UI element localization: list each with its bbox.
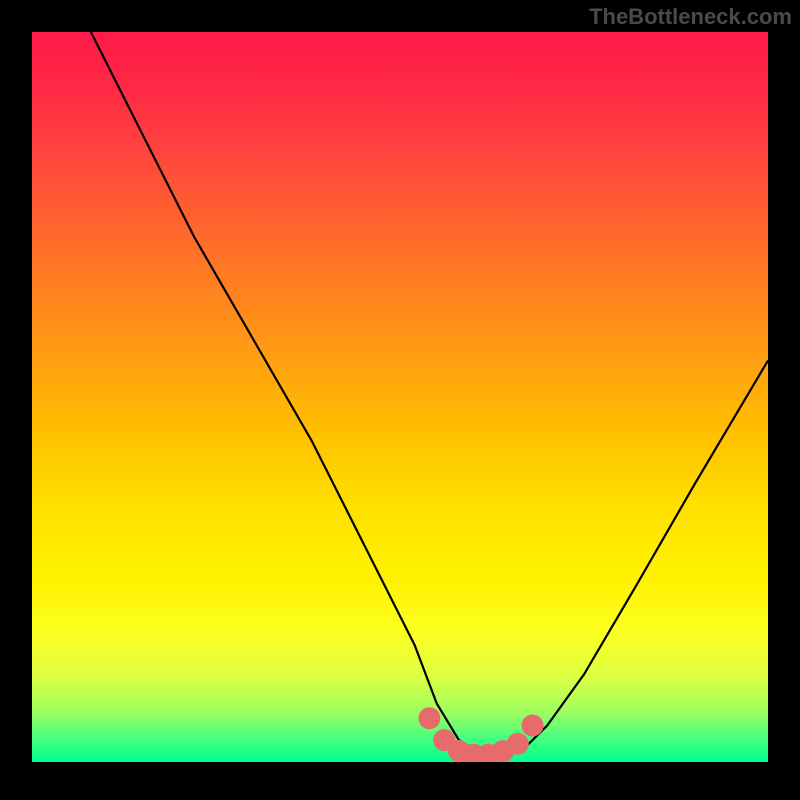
highlight-dots-group [418, 707, 543, 762]
bottleneck-curve-line [91, 32, 768, 755]
chart-plot-area [32, 32, 768, 762]
highlight-dot [507, 733, 529, 755]
highlight-dot [418, 707, 440, 729]
chart-svg [32, 32, 768, 762]
watermark-text: TheBottleneck.com [589, 4, 792, 30]
highlight-dot [522, 715, 544, 737]
